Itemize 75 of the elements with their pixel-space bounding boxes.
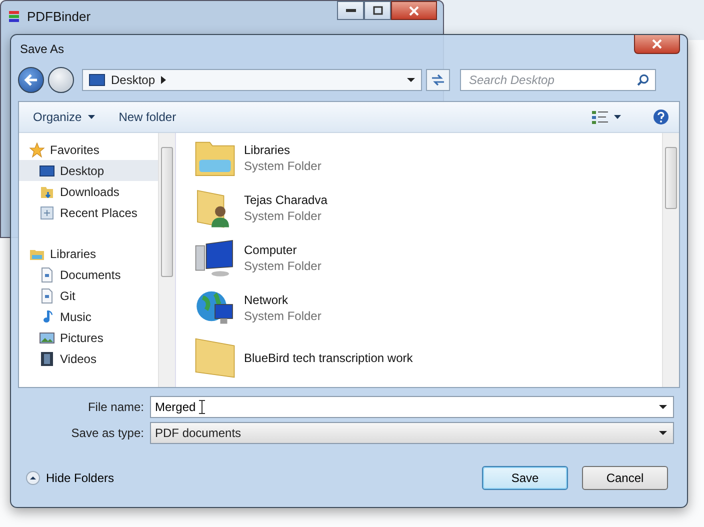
close-icon — [652, 39, 662, 49]
folder-item[interactable]: Computer System Folder — [194, 233, 662, 283]
text-cursor-icon — [199, 400, 205, 414]
picture-icon — [39, 330, 55, 346]
item-type: System Folder — [244, 309, 322, 323]
folder-item[interactable]: BlueBird tech transcription work — [194, 333, 662, 383]
folder-item[interactable]: Tejas Charadva System Folder — [194, 183, 662, 233]
minimize-icon — [346, 8, 356, 12]
nav-item[interactable]: Videos — [19, 348, 158, 369]
folder-item[interactable]: Libraries System Folder — [194, 133, 662, 183]
nav-item[interactable]: Favorites — [19, 139, 158, 160]
hide-folders-button[interactable]: Hide Folders — [26, 471, 114, 485]
maximize-icon — [372, 6, 382, 15]
organize-menu-button[interactable]: Organize — [29, 108, 99, 126]
minimize-button[interactable] — [337, 1, 364, 20]
save-button[interactable]: Save — [482, 466, 568, 490]
file-name-field[interactable]: Merged — [150, 396, 674, 418]
item-name: Computer — [244, 243, 298, 257]
chevron-right-icon — [161, 76, 166, 84]
close-icon — [409, 6, 419, 16]
close-button[interactable] — [391, 1, 437, 20]
nav-item[interactable]: Documents — [19, 264, 158, 285]
breadcrumb-item[interactable]: Desktop — [111, 73, 156, 87]
refresh-icon — [431, 74, 445, 86]
dropdown-arrow-icon — [659, 431, 667, 435]
field-label: File name: — [86, 400, 144, 414]
cancel-button[interactable]: Cancel — [582, 466, 668, 490]
monitor-icon — [89, 74, 105, 86]
left-arrow-icon — [24, 74, 38, 86]
nav-item[interactable]: Music — [19, 306, 158, 327]
item-type: System Folder — [244, 159, 322, 173]
new-folder-button[interactable]: New folder — [114, 108, 180, 126]
nav-item[interactable]: Pictures — [19, 327, 158, 348]
document-icon — [39, 288, 55, 304]
search-input[interactable]: Search Desktop — [467, 72, 637, 88]
caret-icon — [614, 115, 621, 119]
item-name: Libraries — [244, 143, 292, 157]
document-icon — [39, 266, 55, 282]
item-name: Tejas Charadva — [244, 193, 328, 207]
dialog-title: Save As — [20, 42, 64, 56]
nav-item[interactable]: Desktop — [19, 160, 158, 181]
back-button[interactable] — [18, 67, 44, 93]
item-type: System Folder — [244, 209, 322, 223]
search-icon — [637, 74, 649, 86]
computer-icon — [194, 237, 236, 279]
scrollbar[interactable] — [662, 133, 679, 387]
caret-icon — [88, 115, 95, 119]
window-title: PDFBinder — [27, 8, 91, 24]
maximize-button[interactable] — [364, 1, 391, 20]
item-type: System Folder — [244, 259, 322, 273]
nav-item[interactable]: Downloads — [19, 181, 158, 202]
item-name: Network — [244, 293, 290, 307]
film-icon — [39, 350, 55, 366]
monitor-icon — [39, 162, 55, 178]
field-label: Save as type: — [70, 426, 144, 440]
help-button[interactable] — [653, 109, 669, 125]
nav-item[interactable]: Recent Places — [19, 202, 158, 223]
help-icon — [653, 109, 669, 125]
nav-item[interactable]: Libraries — [19, 243, 158, 264]
nav-item[interactable]: Git — [19, 285, 158, 306]
folder-item[interactable]: Network System Folder — [194, 283, 662, 333]
folder-icon — [194, 337, 236, 379]
refresh-button[interactable] — [426, 69, 450, 91]
scrollbar[interactable] — [158, 133, 175, 387]
address-bar[interactable]: Desktop — [82, 69, 422, 91]
dropdown-arrow-icon — [407, 78, 415, 82]
star-icon — [29, 142, 45, 158]
dropdown-arrow-icon — [659, 405, 667, 409]
search-field[interactable]: Search Desktop — [460, 69, 656, 91]
details-view-icon — [592, 110, 608, 124]
item-name: BlueBird tech transcription work — [244, 351, 413, 365]
file-type-dropdown[interactable]: PDF documents — [150, 422, 674, 444]
stacked-pages-icon — [7, 9, 21, 23]
forward-button[interactable] — [48, 67, 74, 93]
close-button[interactable] — [634, 35, 680, 54]
